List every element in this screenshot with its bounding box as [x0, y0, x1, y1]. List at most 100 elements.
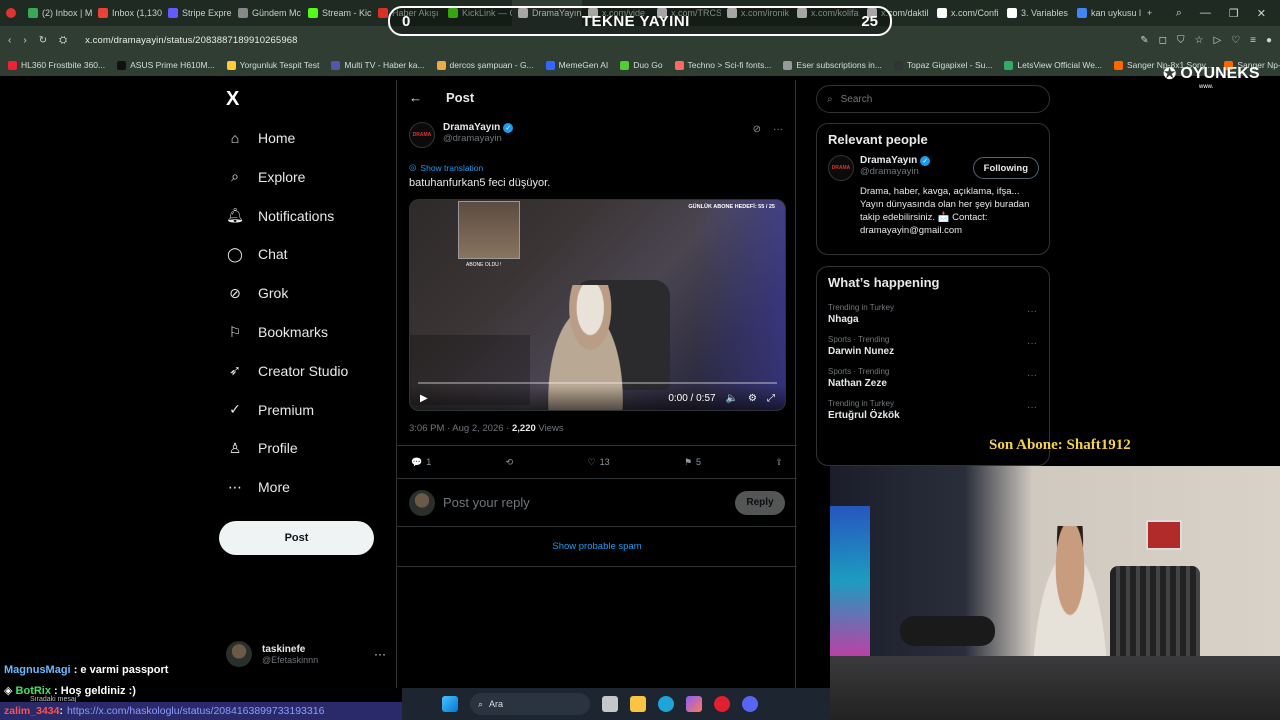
bookmark-item[interactable]: Topaz Gigapixel - Su...	[893, 60, 992, 70]
chat-link[interactable]: https://x.com/haskologlu/status/20841638…	[67, 705, 324, 717]
browser-tab[interactable]: 3. Variables	[1001, 0, 1071, 26]
browser-tab[interactable]: x.com/Confi	[931, 0, 1001, 26]
sidebar-item-home[interactable]: ⌂ Home	[226, 129, 296, 147]
browser-tab[interactable]: (2) Inbox | M	[22, 0, 92, 26]
bookmark-item[interactable]: LetsView Official We...	[1004, 60, 1102, 70]
sidebar-item-profile[interactable]: ♙ Profile	[226, 439, 298, 457]
more-icon[interactable]: ···	[1027, 306, 1037, 317]
back-icon[interactable]: ‹	[8, 35, 11, 46]
sidebar-item-more[interactable]: ⋯ More	[226, 478, 290, 496]
tab-favicon-icon	[937, 8, 948, 18]
sidebar-item-explore[interactable]: ⌕ Explore	[226, 168, 305, 186]
profile-icon[interactable]: ●	[1266, 35, 1272, 46]
trend-item[interactable]: Trending in Turkey Ertuğrul Özkök ···	[817, 394, 1049, 426]
minimize-icon[interactable]: —	[1200, 7, 1211, 19]
bookmark-favicon-icon	[783, 60, 793, 70]
author-avatar[interactable]: DRAMA	[409, 122, 435, 148]
trend-item[interactable]: Sports · Trending Darwin Nunez ···	[817, 330, 1049, 362]
more-icon[interactable]: ···	[1027, 370, 1037, 381]
bookmark-item[interactable]: ASUS Prime H610M...	[117, 60, 215, 70]
back-arrow-icon[interactable]: ←	[409, 90, 422, 105]
task-view-icon[interactable]	[602, 696, 618, 712]
site-info-icon[interactable]: ⛭	[59, 35, 67, 46]
trend-item[interactable]: Sports · Trending Nathan Zeze ···	[817, 362, 1049, 394]
reply-input[interactable]: Post your reply	[443, 495, 530, 510]
file-explorer-icon[interactable]	[630, 696, 646, 712]
taskbar-search[interactable]: ⌕ Ara	[470, 693, 590, 715]
trend-item[interactable]: Trending in Turkey Nhaga ···	[817, 298, 1049, 330]
bookmarks-bar: HL360 Frostbite 360... ASUS Prime H610M..…	[0, 54, 1280, 76]
browser-tab[interactable]: Inbox (1,130	[92, 0, 162, 26]
grok-icon[interactable]: ⊘	[753, 124, 761, 135]
edit-icon[interactable]: ✎	[1140, 35, 1148, 46]
more-icon[interactable]: ···	[1027, 338, 1037, 349]
bookmark-item[interactable]: Yorgunluk Tespit Test	[226, 60, 319, 70]
browser-tab[interactable]: Gündem Mc	[232, 0, 302, 26]
shield-icon[interactable]: ⛉	[1177, 35, 1185, 46]
relevant-person[interactable]: DRAMA DramaYayın ✓ @dramayayin Following	[817, 155, 1049, 181]
bookmark-item[interactable]: MemeGen AI	[545, 60, 608, 70]
tweet-text: batuhanfurkan5 feci düşüyor.	[409, 177, 551, 189]
tweet-video[interactable]: ABONE OLDU ! GÜNLÜK ABONE HEDEFİ: 55 / 2…	[409, 199, 786, 411]
author-handle: @dramayayin	[443, 133, 502, 144]
opera-icon[interactable]	[714, 696, 730, 712]
post-button[interactable]: Post	[219, 521, 374, 555]
bookmark-item[interactable]: HL360 Frostbite 360...	[8, 60, 105, 70]
fullscreen-icon[interactable]: ⤢	[767, 393, 775, 404]
close-icon[interactable]: ✕	[1257, 7, 1266, 20]
more-icon[interactable]: ···	[1027, 402, 1037, 413]
video-progress-bar[interactable]	[418, 382, 777, 384]
x-logo-icon[interactable]: X	[226, 88, 239, 111]
bookmark-favicon-icon	[8, 60, 17, 70]
windows-start-icon[interactable]	[442, 696, 458, 712]
browser-tab[interactable]: Stripe Expre	[162, 0, 232, 26]
sidebar-item-premium[interactable]: ✓ Premium	[226, 401, 314, 419]
reload-icon[interactable]: ↻	[39, 35, 47, 46]
url-field[interactable]: x.com/dramayayin/status/2083887189910265…	[85, 35, 297, 46]
play-icon[interactable]: ▶	[420, 393, 428, 404]
edge-icon[interactable]	[658, 696, 674, 712]
person-handle: @dramayayin	[860, 166, 919, 177]
browser-tab[interactable]: Stream - Kick	[302, 0, 372, 26]
menu-icon[interactable]: ≡	[1250, 35, 1256, 46]
more-icon[interactable]: ···	[374, 647, 386, 661]
bookmark-action[interactable]: ⚑ 5	[684, 457, 701, 468]
show-probable-spam-link[interactable]: Show probable spam	[397, 527, 797, 567]
tweet-engagement-bar: 💬 1 ⟲ ♡ 13 ⚑ 5 ⇪	[397, 445, 797, 479]
bookmark-item[interactable]: Eser subscriptions in...	[783, 60, 882, 70]
browser-tab[interactable]: kan uykusu l	[1071, 0, 1141, 26]
settings-icon[interactable]: ⚙	[748, 393, 757, 404]
account-switcher[interactable]: taskinefe @Efetaskinnn ···	[226, 641, 386, 667]
star-icon[interactable]: ☆	[1194, 35, 1203, 46]
search-tabs-icon[interactable]: ⌕	[1176, 7, 1182, 20]
forward-icon[interactable]: ›	[23, 35, 26, 46]
copilot-icon[interactable]	[686, 696, 702, 712]
following-button[interactable]: Following	[972, 157, 1039, 179]
heart-icon[interactable]: ♡	[1231, 35, 1240, 46]
search-input[interactable]: ⌕ Search	[816, 85, 1050, 113]
sidebar-item-notifications[interactable]: 🔔︎ Notifications	[226, 207, 334, 225]
screenshot-icon[interactable]: ◻	[1159, 35, 1167, 46]
sidebar-item-creator-studio[interactable]: ➶ Creator Studio	[226, 362, 348, 380]
bookmark-item[interactable]: dercos şampuan - G...	[436, 60, 534, 70]
bookmark-item[interactable]: Multi TV - Haber ka...	[331, 60, 425, 70]
share-action[interactable]: ⇪	[775, 457, 783, 468]
tweet-author[interactable]: DRAMA DramaYayın ✓ @dramayayin	[409, 122, 514, 148]
repost-action[interactable]: ⟲	[506, 457, 514, 468]
reply-action[interactable]: 💬 1	[411, 457, 431, 468]
more-icon[interactable]: ···	[773, 124, 783, 135]
show-translation-link[interactable]: ◎ Show translation	[409, 162, 483, 173]
like-action[interactable]: ♡ 13	[588, 457, 610, 468]
bookmark-item[interactable]: Duo Go	[620, 60, 663, 70]
sidebar-item-grok[interactable]: ⊘ Grok	[226, 284, 288, 302]
person-avatar[interactable]: DRAMA	[828, 155, 854, 181]
maximize-icon[interactable]: ❐	[1229, 7, 1239, 20]
sidebar-item-bookmarks[interactable]: ⚐ Bookmarks	[226, 323, 328, 341]
sidebar-item-chat[interactable]: ◯ Chat	[226, 245, 287, 263]
reply-button[interactable]: Reply	[735, 490, 785, 515]
discord-icon[interactable]	[742, 696, 758, 712]
volume-icon[interactable]: 🔈	[726, 393, 738, 404]
play-icon[interactable]: ▷	[1213, 35, 1221, 46]
bookmark-item[interactable]: Techno > Sci-fi fonts...	[674, 60, 771, 70]
new-tab-icon[interactable]: +	[1141, 0, 1158, 26]
